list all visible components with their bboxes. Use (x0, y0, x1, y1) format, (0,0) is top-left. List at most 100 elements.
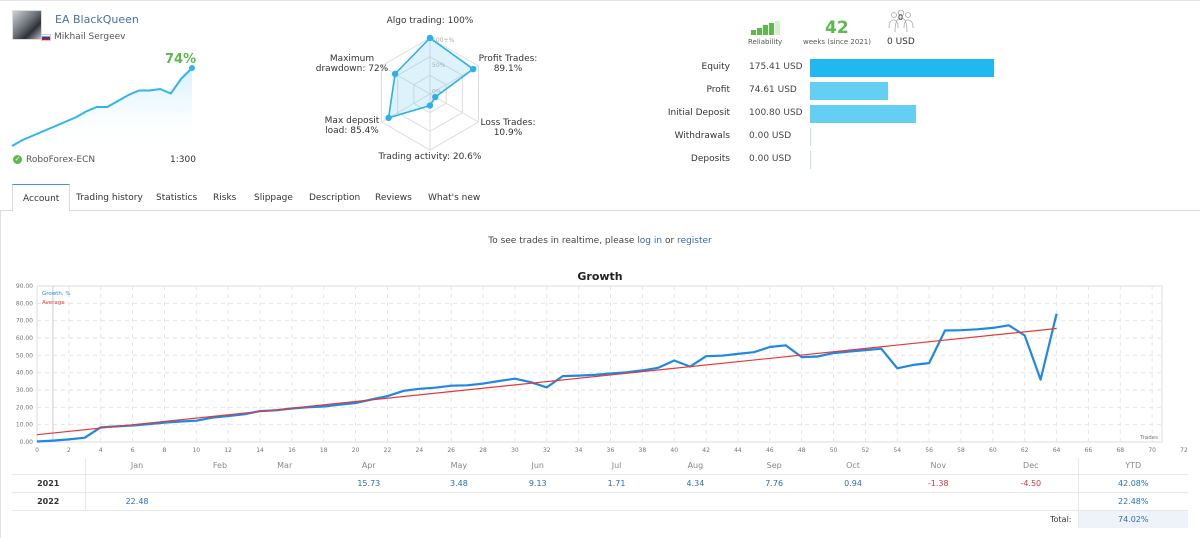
month-value[interactable]: 9.13 (498, 474, 578, 493)
tab-reviews[interactable]: Reviews (375, 184, 412, 211)
balance-bar-empty (810, 128, 811, 146)
month-value (498, 492, 578, 511)
x-tick-label: 30 (511, 447, 519, 454)
y-tick-label: 10.00 (16, 422, 33, 429)
legend-entry: Average (42, 300, 65, 306)
login-link[interactable]: log in (637, 236, 662, 246)
x-tick-label: 10 (192, 447, 200, 454)
radar-label: Loss Trades: 10.9% (480, 118, 536, 138)
month-value (188, 474, 252, 493)
month-value (251, 492, 319, 511)
y-tick-label: 30.00 (16, 387, 33, 394)
tab-trading-history[interactable]: Trading history (76, 184, 143, 211)
x-tick-label: 8 (163, 447, 167, 454)
balance-row-deposits: Deposits 0.00 USD (660, 151, 1080, 169)
radar-label: Max deposit load: 85.4% (324, 116, 380, 136)
table-header-row: Jan Feb Mar Apr May Jun Jul Aug Sep Oct Nov Dec YTD (12, 458, 1188, 475)
balance-value: 175.41 USD (749, 62, 803, 72)
month-value[interactable]: 15.73 (318, 474, 420, 493)
y-tick-label: 70.00 (16, 318, 33, 325)
balance-value: 0.00 USD (749, 154, 792, 164)
radar-label: Algo trading: 100% (386, 16, 474, 26)
balance-value: 74.61 USD (749, 85, 797, 95)
balance-label: Equity (701, 62, 730, 72)
month-value (85, 474, 189, 493)
month-value[interactable]: 1.71 (577, 474, 656, 493)
tab-slippage[interactable]: Slippage (254, 184, 293, 211)
x-tick-label: 56 (925, 447, 933, 454)
balance-label: Withdrawals (674, 131, 730, 141)
register-link[interactable]: register (677, 236, 712, 246)
month-value[interactable]: 3.48 (419, 474, 499, 493)
x-tick-label: 34 (575, 447, 583, 454)
x-tick-label: 46 (766, 447, 774, 454)
ytd-value: 42.08% (1077, 474, 1188, 493)
reliability-bar (775, 20, 780, 35)
tab-statistics[interactable]: Statistics (156, 184, 197, 211)
reliability-label: Reliability (748, 38, 783, 46)
x-tick-label: 28 (479, 447, 487, 454)
month-value[interactable]: 7.76 (734, 474, 814, 493)
month-value (813, 492, 893, 511)
month-value[interactable]: -1.38 (892, 474, 985, 493)
x-tick-label: 60 (989, 447, 997, 454)
avatar[interactable] (12, 10, 42, 40)
x-tick-label: 18 (320, 447, 328, 454)
reliability-bars-icon (751, 20, 781, 35)
header-month: Apr (318, 458, 420, 475)
x-tick-label: 32 (543, 447, 551, 454)
month-value[interactable]: -4.50 (984, 474, 1078, 493)
flag-russia-icon (41, 34, 51, 41)
ytd-value: 22.48% (1077, 492, 1188, 511)
sparkline-endpoint (189, 65, 195, 71)
x-tick-label: 14 (256, 447, 264, 454)
month-value (734, 492, 814, 511)
balance-bar-empty (810, 151, 811, 169)
month-value[interactable]: 0.94 (813, 474, 893, 493)
realtime-or: or (662, 236, 678, 246)
x-tick-label: 64 (1053, 447, 1061, 454)
radar-point (432, 93, 439, 101)
x-tick-label: 26 (447, 447, 455, 454)
month-value (892, 492, 985, 511)
tab-what-s-new[interactable]: What's new (428, 184, 480, 211)
balance-bar (810, 105, 916, 123)
x-tick-label: 0 (35, 447, 39, 454)
balance-label: Initial Deposit (667, 108, 730, 118)
tab-description[interactable]: Description (309, 184, 360, 211)
header-month: Jul (577, 458, 656, 475)
balance-value: 0.00 USD (749, 131, 792, 141)
x-tick-label: 62 (1021, 447, 1029, 454)
reliability-bar (751, 30, 756, 35)
x-tick-label: 42 (702, 447, 710, 454)
header-ytd: YTD (1077, 458, 1188, 475)
total-label: Total: (1050, 514, 1072, 524)
balance-bar (810, 59, 994, 77)
author-name[interactable]: Mikhail Sergeev (54, 32, 125, 42)
signal-name-link[interactable]: EA BlackQueen (55, 13, 139, 26)
month-value (188, 492, 252, 511)
radar-point (426, 102, 434, 109)
legend-entry: Growth, % (42, 291, 71, 297)
tab-bar: Account Trading history Statistics Risks Sli… (0, 184, 1200, 212)
y-tick-label: 50.00 (16, 352, 33, 359)
realtime-notice: To see trades in realtime, please log in… (0, 236, 1200, 246)
broker-name[interactable]: RoboForex-ECN (26, 155, 95, 165)
total-value: 74.02% (1077, 510, 1188, 528)
month-value (984, 492, 1078, 511)
x-tick-label: 54 (893, 447, 901, 454)
balance-label: Profit (706, 85, 730, 95)
sparkline-area (12, 68, 192, 150)
header-month: Jan (85, 458, 189, 475)
radar-chart: 100+%50%0% Algo trading: 100%Profit Trad… (300, 10, 560, 170)
month-value (419, 492, 499, 511)
month-value[interactable]: 22.48 (85, 492, 189, 511)
total-row: Total: 74.02% (12, 510, 1188, 528)
tab-account[interactable]: Account (12, 184, 71, 212)
header-month: Mar (251, 458, 319, 475)
month-value[interactable]: 4.34 (655, 474, 735, 493)
x-tick-label: 52 (862, 447, 870, 454)
weeks-label: weeks (since 2021) (803, 38, 871, 46)
tab-risks[interactable]: Risks (213, 184, 236, 211)
subscribers-usd: 0 USD (887, 37, 915, 47)
